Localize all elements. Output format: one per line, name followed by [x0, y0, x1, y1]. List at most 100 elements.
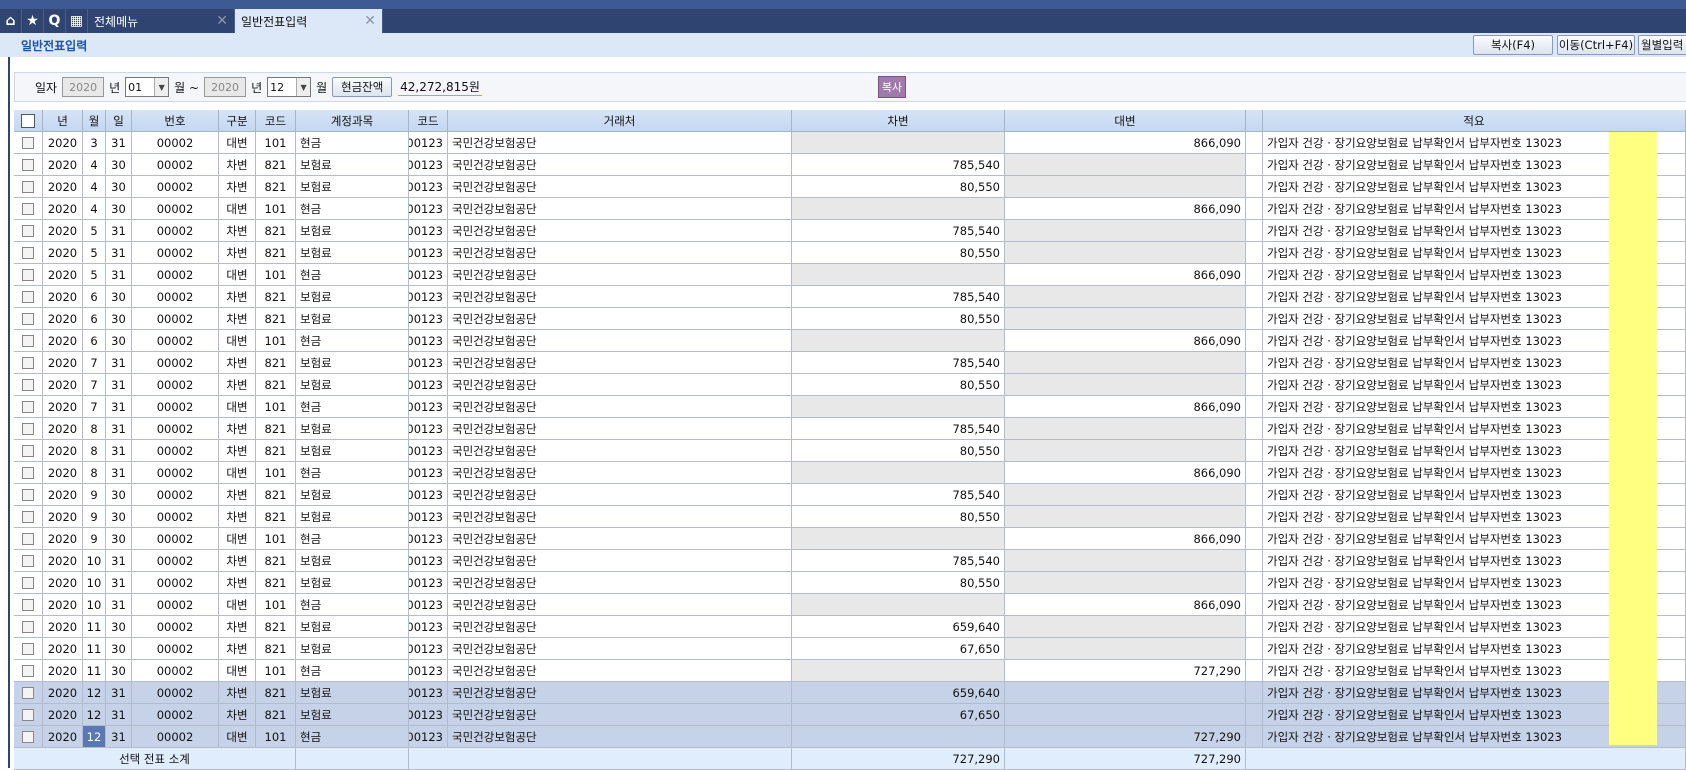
- cell-year[interactable]: 2020: [43, 616, 83, 638]
- cell-day[interactable]: 30: [106, 528, 132, 550]
- cell-account[interactable]: 현금: [296, 462, 409, 484]
- row-checkbox[interactable]: [22, 466, 34, 479]
- cell-number[interactable]: 00002: [132, 330, 219, 352]
- cell-partner[interactable]: 국민건강보험공단: [448, 176, 792, 198]
- cell-partner-code[interactable]: 00123: [409, 726, 448, 748]
- cell-partner-code[interactable]: 00123: [409, 550, 448, 572]
- cell-month[interactable]: 7: [83, 352, 106, 374]
- row-checkbox[interactable]: [22, 312, 34, 325]
- table-row[interactable]: 2020 6 30 00002 차변 821 보험료 00123 국민건강보험공단 80,550 가…: [14, 308, 1686, 330]
- table-row[interactable]: 2020 7 31 00002 차변 821 보험료 00123 국민건강보험공단 80,550 가…: [14, 374, 1686, 396]
- checkbox-cell[interactable]: [14, 594, 43, 616]
- cell-type[interactable]: 대변: [219, 330, 256, 352]
- cell-blank[interactable]: [1246, 330, 1263, 352]
- row-checkbox[interactable]: [22, 378, 34, 391]
- cell-account[interactable]: 보험료: [296, 638, 409, 660]
- cell-blank[interactable]: [1246, 506, 1263, 528]
- row-checkbox[interactable]: [22, 664, 34, 677]
- cell-number[interactable]: 00002: [132, 462, 219, 484]
- table-row[interactable]: 2020 5 31 00002 차변 821 보험료 00123 국민건강보험공단 80,550 가…: [14, 242, 1686, 264]
- cell-blank[interactable]: [1246, 528, 1263, 550]
- cell-blank[interactable]: [1246, 286, 1263, 308]
- cell-account[interactable]: 보험료: [296, 418, 409, 440]
- cell-partner[interactable]: 국민건강보험공단: [448, 682, 792, 704]
- cell-partner-code[interactable]: 00123: [409, 264, 448, 286]
- cell-debit[interactable]: 785,540: [792, 418, 1005, 440]
- cell-account-code[interactable]: 821: [256, 308, 296, 330]
- cell-month[interactable]: 5: [83, 264, 106, 286]
- cell-year[interactable]: 2020: [43, 132, 83, 154]
- cell-account-code[interactable]: 821: [256, 704, 296, 726]
- cell-year[interactable]: 2020: [43, 374, 83, 396]
- cell-month[interactable]: 8: [83, 440, 106, 462]
- cell-blank[interactable]: [1246, 154, 1263, 176]
- table-row[interactable]: 2020 4 30 00002 차변 821 보험료 00123 국민건강보험공단 785,540…: [14, 154, 1686, 176]
- cell-account-code[interactable]: 821: [256, 352, 296, 374]
- checkbox-cell[interactable]: [14, 462, 43, 484]
- cell-debit[interactable]: 80,550: [792, 440, 1005, 462]
- table-row[interactable]: 2020 3 31 00002 대변 101 현금 00123 국민건강보험공단 866,090 가…: [14, 132, 1686, 154]
- cell-account[interactable]: 보험료: [296, 176, 409, 198]
- cell-month[interactable]: 5: [83, 242, 106, 264]
- cell-month[interactable]: 8: [83, 418, 106, 440]
- cell-partner[interactable]: 국민건강보험공단: [448, 330, 792, 352]
- row-checkbox[interactable]: [22, 224, 34, 237]
- cell-partner-code[interactable]: 00123: [409, 638, 448, 660]
- row-checkbox[interactable]: [22, 246, 34, 259]
- cell-number[interactable]: 00002: [132, 308, 219, 330]
- year-to-input[interactable]: 2020: [204, 77, 247, 97]
- header-year[interactable]: 년: [43, 110, 83, 132]
- cell-type[interactable]: 차변: [219, 638, 256, 660]
- cell-blank[interactable]: [1246, 660, 1263, 682]
- cell-account-code[interactable]: 821: [256, 616, 296, 638]
- cell-partner[interactable]: 국민건강보험공단: [448, 638, 792, 660]
- cell-blank[interactable]: [1246, 308, 1263, 330]
- cell-account-code[interactable]: 821: [256, 154, 296, 176]
- cell-partner[interactable]: 국민건강보험공단: [448, 154, 792, 176]
- cell-month[interactable]: 5: [83, 220, 106, 242]
- cell-credit[interactable]: [1005, 154, 1246, 176]
- cell-month[interactable]: 12: [83, 726, 106, 748]
- cell-number[interactable]: 00002: [132, 638, 219, 660]
- cell-month[interactable]: 9: [83, 484, 106, 506]
- cell-month[interactable]: 9: [83, 528, 106, 550]
- cell-day[interactable]: 31: [106, 726, 132, 748]
- table-row[interactable]: 2020 12 31 00002 차변 821 보험료 00123 국민건강보험공단 67,650…: [14, 704, 1686, 726]
- cell-debit[interactable]: 785,540: [792, 154, 1005, 176]
- cell-account-code[interactable]: 821: [256, 176, 296, 198]
- cell-partner-code[interactable]: 00123: [409, 198, 448, 220]
- cell-blank[interactable]: [1246, 132, 1263, 154]
- cell-credit[interactable]: [1005, 704, 1246, 726]
- cell-partner[interactable]: 국민건강보험공단: [448, 352, 792, 374]
- cell-blank[interactable]: [1246, 198, 1263, 220]
- cell-year[interactable]: 2020: [43, 396, 83, 418]
- cell-year[interactable]: 2020: [43, 704, 83, 726]
- cell-credit[interactable]: [1005, 572, 1246, 594]
- cell-partner[interactable]: 국민건강보험공단: [448, 440, 792, 462]
- table-row[interactable]: 2020 7 31 00002 대변 101 현금 00123 국민건강보험공단 866,090 가…: [14, 396, 1686, 418]
- cell-account[interactable]: 보험료: [296, 154, 409, 176]
- cell-type[interactable]: 차변: [219, 418, 256, 440]
- cell-credit[interactable]: [1005, 286, 1246, 308]
- cell-number[interactable]: 00002: [132, 704, 219, 726]
- cell-year[interactable]: 2020: [43, 418, 83, 440]
- cell-partner[interactable]: 국민건강보험공단: [448, 462, 792, 484]
- cell-debit[interactable]: [792, 528, 1005, 550]
- cell-debit[interactable]: 80,550: [792, 572, 1005, 594]
- cell-number[interactable]: 00002: [132, 176, 219, 198]
- table-row[interactable]: 2020 6 30 00002 차변 821 보험료 00123 국민건강보험공단 785,540…: [14, 286, 1686, 308]
- cell-account[interactable]: 보험료: [296, 704, 409, 726]
- cell-month[interactable]: 12: [83, 682, 106, 704]
- cell-month[interactable]: 7: [83, 374, 106, 396]
- cell-partner-code[interactable]: 00123: [409, 462, 448, 484]
- cell-account[interactable]: 보험료: [296, 352, 409, 374]
- cell-credit[interactable]: 727,290: [1005, 660, 1246, 682]
- cell-type[interactable]: 대변: [219, 396, 256, 418]
- cell-type[interactable]: 대변: [219, 528, 256, 550]
- cell-year[interactable]: 2020: [43, 726, 83, 748]
- cell-partner[interactable]: 국민건강보험공단: [448, 286, 792, 308]
- cell-account[interactable]: 현금: [296, 726, 409, 748]
- table-row[interactable]: 2020 7 31 00002 차변 821 보험료 00123 국민건강보험공단 785,540…: [14, 352, 1686, 374]
- table-row[interactable]: 2020 12 31 00002 대변 101 현금 00123 국민건강보험공단 727,290…: [14, 726, 1686, 748]
- checkbox-cell[interactable]: [14, 418, 43, 440]
